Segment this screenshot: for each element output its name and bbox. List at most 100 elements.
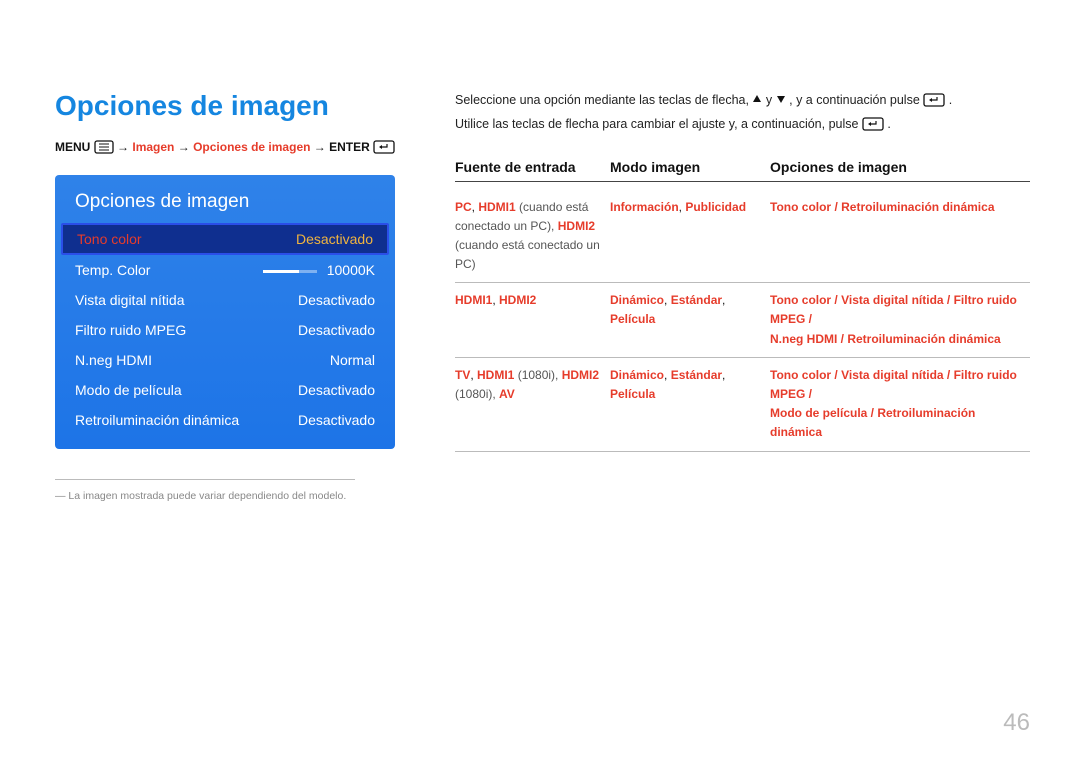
intro-l1c: , y a continuación pulse <box>789 93 923 107</box>
cell-opciones: Tono color / Vista digital nítida / Filt… <box>770 291 1030 349</box>
enter-icon <box>923 96 945 110</box>
src-hdmi1: HDMI1 <box>478 200 515 214</box>
table-row: PC, HDMI1 (cuando está conectado un PC),… <box>455 190 1030 284</box>
osd-row[interactable]: Retroiluminación dinámica Desactivado <box>55 405 395 435</box>
breadcrumb-menu: MENU <box>55 140 90 154</box>
src-hdmi2: HDMI2 <box>558 219 595 233</box>
src-hdmi2: HDMI2 <box>499 293 536 307</box>
mode: Película <box>610 387 655 401</box>
opt-line: Modo de película / Retroiluminación diná… <box>770 404 1030 442</box>
page-number: 46 <box>1003 709 1030 737</box>
breadcrumb-imagen: Imagen <box>132 140 174 154</box>
intro-l1b: y <box>766 93 776 107</box>
osd-row-selected[interactable]: Tono color Desactivado <box>61 223 389 255</box>
osd-panel: Opciones de imagen Tono color Desactivad… <box>55 175 395 449</box>
cell-fuente: TV, HDMI1 (1080i), HDMI2 (1080i), AV <box>455 366 610 443</box>
osd-row-label: Vista digital nítida <box>75 292 184 308</box>
note: (1080i), <box>455 387 499 401</box>
sep: , <box>470 368 477 382</box>
mode: Dinámico <box>610 368 664 382</box>
breadcrumb-opciones: Opciones de imagen <box>193 140 310 154</box>
mode: Estándar <box>671 293 722 307</box>
osd-row-label: N.neg HDMI <box>75 352 152 368</box>
th-opciones: Opciones de imagen <box>770 159 1030 175</box>
osd-row-value: Desactivado <box>298 382 375 398</box>
intro-line1: Seleccione una opción mediante las tecla… <box>455 90 1030 114</box>
osd-row[interactable]: Temp. Color 10000K <box>55 255 395 285</box>
note: (1080i), <box>514 368 561 382</box>
table-row: HDMI1, HDMI2 Dinámico, Estándar, Películ… <box>455 283 1030 358</box>
intro-l2b: . <box>887 117 890 131</box>
page: Opciones de imagen MENU → Imagen → Opcio… <box>0 0 1080 763</box>
sep: , <box>664 293 671 307</box>
cell-modo: Dinámico, Estándar, Película <box>610 291 770 349</box>
sep: , <box>722 368 725 382</box>
osd-row[interactable]: Vista digital nítida Desactivado <box>55 285 395 315</box>
intro-l1d: . <box>949 93 952 107</box>
osd-row[interactable]: Modo de película Desactivado <box>55 375 395 405</box>
src-av: AV <box>499 387 515 401</box>
osd-row-value: Desactivado <box>298 412 375 428</box>
mode: Publicidad <box>685 200 746 214</box>
left-column: Opciones de imagen MENU → Imagen → Opcio… <box>55 90 405 502</box>
cell-modo: Información, Publicidad <box>610 198 770 275</box>
breadcrumb: MENU → Imagen → Opciones de imagen → ENT… <box>55 140 405 157</box>
enter-icon <box>373 140 395 157</box>
arrow-up-icon <box>752 93 762 107</box>
sep: , <box>722 293 725 307</box>
src-hdmi1: HDMI1 <box>455 293 492 307</box>
osd-row-label: Temp. Color <box>75 262 150 278</box>
intro-l1a: Seleccione una opción mediante las tecla… <box>455 93 752 107</box>
opt: Retroiluminación dinámica <box>841 200 994 214</box>
osd-row-value: 10000K <box>263 262 375 278</box>
breadcrumb-arrow2: → <box>178 140 193 154</box>
intro-text: Seleccione una opción mediante las tecla… <box>455 90 1030 139</box>
right-column: Seleccione una opción mediante las tecla… <box>455 90 1030 452</box>
cell-modo: Dinámico, Estándar, Película <box>610 366 770 443</box>
osd-row-label: Modo de película <box>75 382 182 398</box>
osd-row-value: Desactivado <box>298 292 375 308</box>
mode: Película <box>610 312 655 326</box>
breadcrumb-arrow1: → <box>117 140 132 154</box>
osd-row-value: Normal <box>330 352 375 368</box>
cell-fuente: HDMI1, HDMI2 <box>455 291 610 349</box>
osd-row-value: Desactivado <box>298 322 375 338</box>
osd-row-value-text: 10000K <box>327 262 375 278</box>
osd-row[interactable]: Filtro ruido MPEG Desactivado <box>55 315 395 345</box>
breadcrumb-arrow3: → <box>314 140 329 154</box>
table-header-row: Fuente de entrada Modo imagen Opciones d… <box>455 159 1030 182</box>
src-tv: TV <box>455 368 470 382</box>
page-title: Opciones de imagen <box>55 90 405 122</box>
osd-row-label: Tono color <box>77 231 142 247</box>
cell-opciones: Tono color / Retroiluminación dinámica <box>770 198 1030 275</box>
osd-row-label: Retroiluminación dinámica <box>75 412 239 428</box>
opt: Tono color <box>770 200 831 214</box>
menu-icon <box>94 140 114 157</box>
th-fuente: Fuente de entrada <box>455 159 610 175</box>
opt-line: N.neg HDMI / Retroiluminación dinámica <box>770 330 1030 349</box>
mode: Estándar <box>671 368 722 382</box>
compat-table: Fuente de entrada Modo imagen Opciones d… <box>455 159 1030 452</box>
mode: Información <box>610 200 679 214</box>
sep: / <box>831 200 841 214</box>
osd-row[interactable]: N.neg HDMI Normal <box>55 345 395 375</box>
note: (cuando está conectado un PC) <box>455 238 600 271</box>
osd-row-label: Filtro ruido MPEG <box>75 322 186 338</box>
cell-fuente: PC, HDMI1 (cuando está conectado un PC),… <box>455 198 610 275</box>
osd-row-value: Desactivado <box>296 231 373 247</box>
opt-line: Tono color / Vista digital nítida / Filt… <box>770 366 1030 404</box>
th-modo: Modo imagen <box>610 159 770 175</box>
arrow-down-icon <box>776 93 786 107</box>
intro-line2: Utilice las teclas de flecha para cambia… <box>455 114 1030 138</box>
breadcrumb-enter: ENTER <box>329 140 370 154</box>
table-row: TV, HDMI1 (1080i), HDMI2 (1080i), AV Din… <box>455 358 1030 452</box>
sep: , <box>664 368 671 382</box>
mode: Dinámico <box>610 293 664 307</box>
footnote-divider <box>55 479 355 480</box>
enter-icon <box>862 120 884 134</box>
slider-icon <box>263 270 317 273</box>
src-pc: PC <box>455 200 472 214</box>
src-hdmi1: HDMI1 <box>477 368 514 382</box>
osd-panel-title: Opciones de imagen <box>55 175 395 223</box>
src-hdmi2: HDMI2 <box>562 368 599 382</box>
